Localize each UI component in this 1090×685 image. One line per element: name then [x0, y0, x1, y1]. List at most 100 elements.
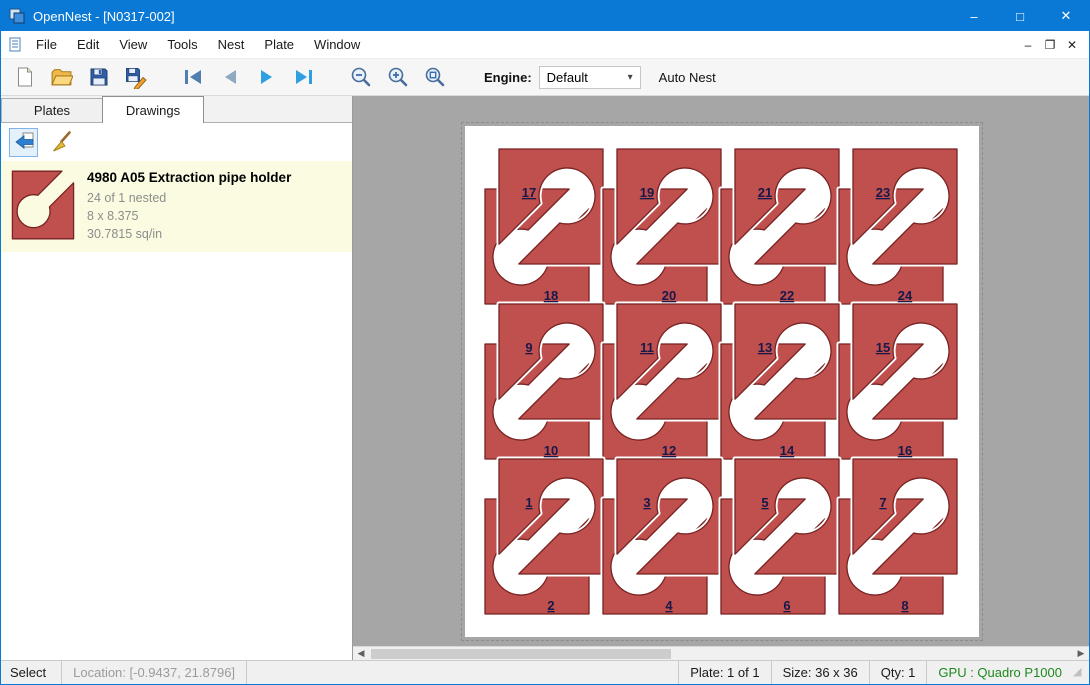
child-close-button[interactable]: ✕ — [1061, 38, 1083, 52]
part-number-7: 7 — [879, 495, 886, 510]
engine-value: Default — [547, 70, 588, 85]
drawing-meta: 4980 A05 Extraction pipe holder 24 of 1 … — [87, 170, 291, 243]
save-as-button[interactable] — [120, 62, 151, 93]
auto-nest-button[interactable]: Auto Nest — [659, 70, 716, 85]
part-number-5: 5 — [761, 495, 768, 510]
plate[interactable]: 171819202122232491011121314151612345678 — [465, 126, 979, 637]
tab-plates[interactable]: Plates — [1, 98, 103, 122]
drawing-nested-count: 24 of 1 nested — [87, 189, 291, 207]
part-number-11: 11 — [640, 340, 654, 355]
open-button[interactable] — [46, 62, 77, 93]
child-window-controls: – ❐ ✕ — [1017, 38, 1089, 52]
new-file-icon — [14, 66, 36, 88]
horizontal-scrollbar[interactable]: ◀ ▶ — [353, 646, 1089, 660]
part-number-12: 12 — [662, 443, 676, 458]
open-folder-icon — [50, 66, 73, 89]
last-plate-button[interactable] — [288, 62, 319, 93]
part-number-10: 10 — [544, 443, 558, 458]
menu-items: FileEditViewToolsNestPlateWindow — [26, 31, 370, 58]
zoom-in-icon — [386, 65, 410, 89]
part-number-24: 24 — [898, 288, 913, 303]
part-number-20: 20 — [662, 288, 676, 303]
window-controls: – □ ✕ — [951, 1, 1089, 31]
first-plate-button[interactable] — [177, 62, 208, 93]
replace-drawing-button[interactable] — [9, 128, 38, 157]
status-location: Location: [-0.9437, 21.8796] — [62, 661, 247, 684]
part-number-3: 3 — [643, 495, 650, 510]
part-thumbnail — [11, 170, 75, 240]
menu-item-view[interactable]: View — [109, 31, 157, 58]
menu-item-edit[interactable]: Edit — [67, 31, 109, 58]
part-number-8: 8 — [901, 598, 908, 613]
part-number-14: 14 — [780, 443, 795, 458]
part-number-2: 2 — [547, 598, 554, 613]
menu-item-nest[interactable]: Nest — [208, 31, 255, 58]
drawing-dimensions: 8 x 8.375 — [87, 207, 291, 225]
drawing-title: 4980 A05 Extraction pipe holder — [87, 170, 291, 185]
part-number-18: 18 — [544, 288, 558, 303]
clear-drawings-button[interactable] — [47, 128, 76, 157]
part-number-21: 21 — [758, 185, 772, 200]
next-arrow-icon — [255, 66, 279, 88]
previous-plate-button[interactable] — [214, 62, 245, 93]
status-mode: Select — [1, 661, 62, 684]
engine-label: Engine: — [484, 70, 532, 85]
drawings-toolbar — [1, 123, 352, 161]
zoom-in-button[interactable] — [382, 62, 413, 93]
content-area: PlatesDrawings — [1, 96, 1089, 660]
titlebar: OpenNest - [N0317-002] – □ ✕ — [1, 1, 1089, 31]
part-number-6: 6 — [783, 598, 790, 613]
last-arrow-icon — [292, 66, 316, 88]
drawing-list-empty-area — [1, 252, 352, 660]
menu-item-window[interactable]: Window — [304, 31, 370, 58]
menubar: FileEditViewToolsNestPlateWindow – ❐ ✕ — [1, 31, 1089, 59]
new-button[interactable] — [9, 62, 40, 93]
tabstrip: PlatesDrawings — [1, 96, 352, 123]
status-gpu: GPU : Quadro P1000 — [926, 661, 1073, 684]
statusbar: Select Location: [-0.9437, 21.8796] Plat… — [1, 660, 1089, 684]
child-restore-button[interactable]: ❐ — [1039, 38, 1061, 52]
scroll-right-icon[interactable]: ▶ — [1073, 648, 1089, 659]
part-number-16: 16 — [898, 443, 912, 458]
child-minimize-button[interactable]: – — [1017, 38, 1039, 52]
engine-select[interactable]: Default ▾ — [539, 66, 641, 89]
sidebar: PlatesDrawings — [1, 96, 353, 660]
part-number-15: 15 — [876, 340, 890, 355]
save-button[interactable] — [83, 62, 114, 93]
chevron-down-icon: ▾ — [628, 72, 633, 83]
tab-drawings[interactable]: Drawings — [102, 96, 204, 123]
toolbar: Engine: Default ▾ Auto Nest — [1, 59, 1089, 96]
zoom-out-icon — [349, 65, 373, 89]
save-icon — [88, 66, 110, 88]
scroll-left-icon[interactable]: ◀ — [353, 648, 369, 659]
nest-canvas[interactable]: 171819202122232491011121314151612345678 … — [353, 96, 1089, 660]
menu-item-file[interactable]: File — [26, 31, 67, 58]
part-number-22: 22 — [780, 288, 794, 303]
menu-item-plate[interactable]: Plate — [254, 31, 304, 58]
menu-item-tools[interactable]: Tools — [157, 31, 207, 58]
save-edit-icon — [124, 66, 147, 89]
plate-selection-outline: 171819202122232491011121314151612345678 — [461, 122, 983, 641]
status-qty: Qty: 1 — [869, 661, 927, 684]
part-number-17: 17 — [522, 185, 536, 200]
zoom-out-button[interactable] — [345, 62, 376, 93]
maximize-button[interactable]: □ — [997, 1, 1043, 31]
window-title: OpenNest - [N0317-002] — [33, 9, 175, 24]
status-size: Size: 36 x 36 — [771, 661, 869, 684]
previous-arrow-icon — [218, 66, 242, 88]
scrollbar-thumb[interactable] — [371, 649, 671, 659]
broom-icon — [50, 130, 74, 154]
status-plate: Plate: 1 of 1 — [678, 661, 770, 684]
part-number-9: 9 — [525, 340, 532, 355]
zoom-fit-icon — [423, 65, 447, 89]
zoom-fit-button[interactable] — [419, 62, 450, 93]
minimize-button[interactable]: – — [951, 1, 997, 31]
drawing-list-item[interactable]: 4980 A05 Extraction pipe holder 24 of 1 … — [1, 161, 352, 252]
app-window: OpenNest - [N0317-002] – □ ✕ FileEditVie… — [0, 0, 1090, 685]
part-number-4: 4 — [665, 598, 673, 613]
resize-grip[interactable]: ◢ — [1073, 661, 1089, 684]
close-button[interactable]: ✕ — [1043, 1, 1089, 31]
document-icon — [8, 37, 23, 52]
next-plate-button[interactable] — [251, 62, 282, 93]
drawing-area: 30.7815 sq/in — [87, 225, 291, 243]
